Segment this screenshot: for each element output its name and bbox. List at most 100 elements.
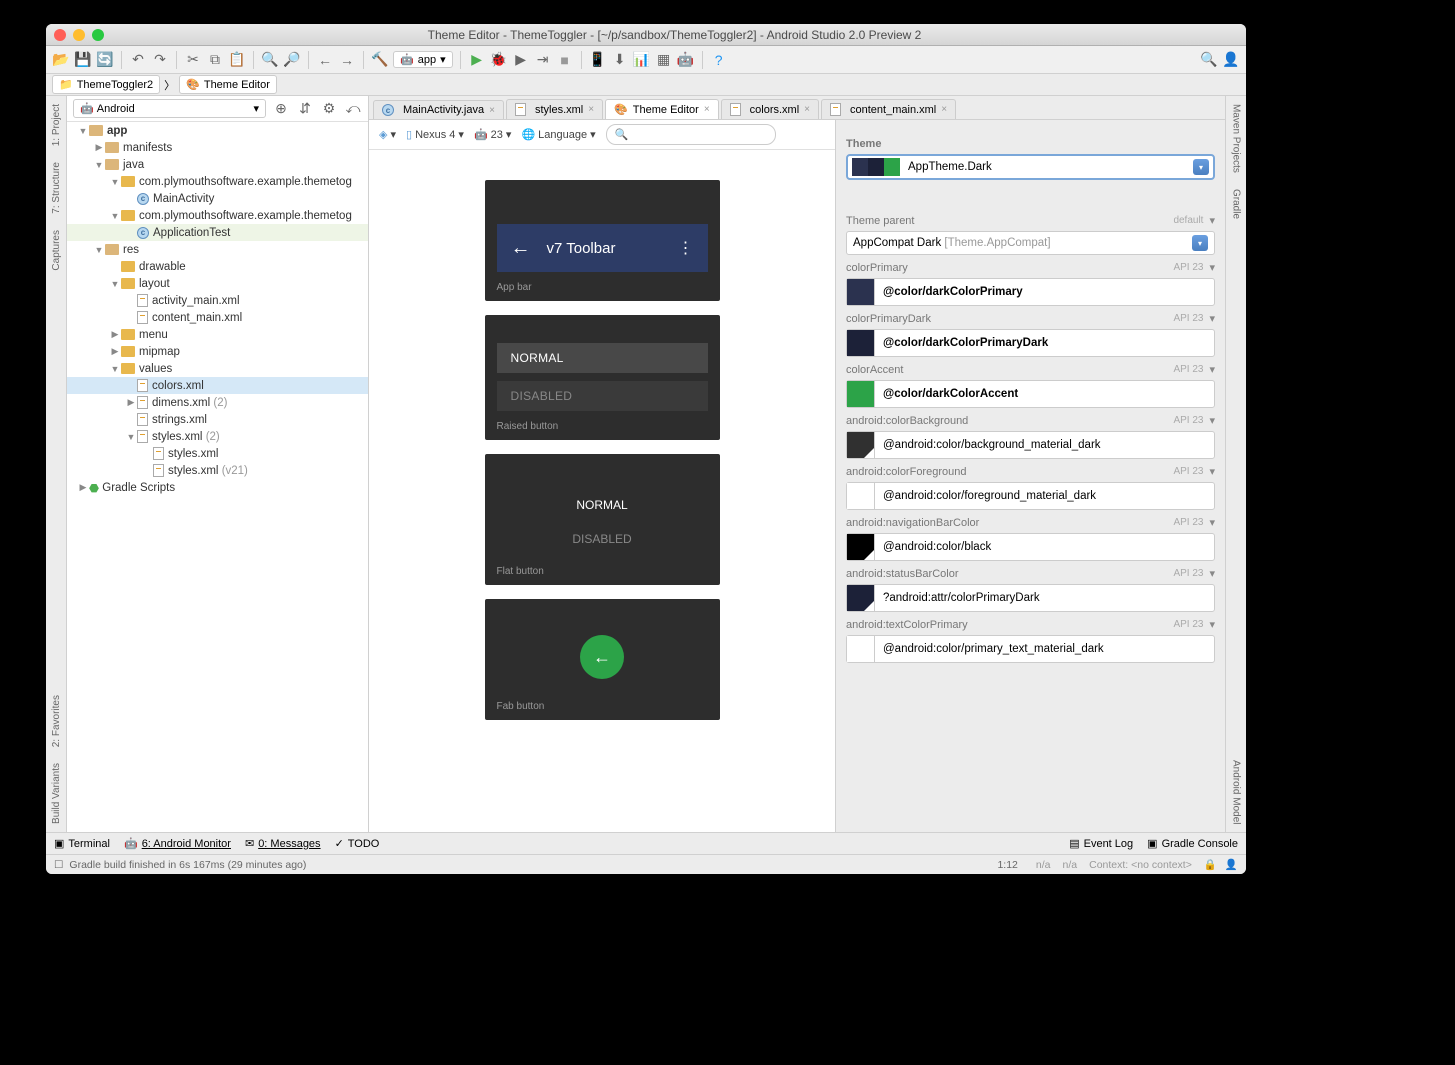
tool-gradle-console[interactable]: ▣ Gradle Console bbox=[1147, 837, 1238, 850]
collapse-icon[interactable]: ⇵ bbox=[296, 100, 314, 118]
close-icon[interactable]: × bbox=[804, 104, 810, 115]
back-icon[interactable]: ← bbox=[316, 51, 334, 69]
cut-icon[interactable]: ✂ bbox=[184, 51, 202, 69]
open-icon[interactable]: 📂 bbox=[52, 51, 70, 69]
settings-icon[interactable]: ⚙ bbox=[320, 100, 338, 118]
device-dropdown[interactable]: ▯Nexus 4▾ bbox=[406, 128, 464, 141]
tab-colors[interactable]: colors.xml× bbox=[721, 99, 819, 119]
debug-icon[interactable]: 🐞 bbox=[490, 51, 508, 69]
theme-dropdown[interactable]: AppTheme.Dark ▾ bbox=[846, 154, 1215, 180]
tree-pkg2[interactable]: ▼com.plymouthsoftware.example.themetog bbox=[67, 207, 368, 224]
user-icon[interactable]: 👤 bbox=[1222, 51, 1240, 69]
close-icon[interactable]: × bbox=[941, 104, 947, 115]
locale-dropdown[interactable]: 🌐Language▾ bbox=[521, 128, 595, 141]
copy-icon[interactable]: ⧉ bbox=[206, 51, 224, 69]
search-icon[interactable]: 🔍 bbox=[1200, 51, 1218, 69]
tool-captures[interactable]: Captures bbox=[51, 222, 62, 279]
color-value-row[interactable]: @color/darkColorPrimary bbox=[846, 278, 1215, 306]
color-value-row[interactable]: @color/darkColorPrimaryDark bbox=[846, 329, 1215, 357]
tree-mipmap[interactable]: ▶mipmap bbox=[67, 343, 368, 360]
tree-gradle[interactable]: ▶⬣ Gradle Scripts bbox=[67, 479, 368, 496]
sdk-dropdown[interactable]: 🤖23▾ bbox=[474, 128, 511, 141]
tool-build-variants[interactable]: Build Variants bbox=[51, 755, 62, 832]
lock-icon[interactable]: 🔒 bbox=[1204, 858, 1217, 871]
color-value-row[interactable]: @android:color/foreground_material_dark bbox=[846, 482, 1215, 510]
avd-icon[interactable]: 📱 bbox=[589, 51, 607, 69]
color-chip[interactable] bbox=[847, 534, 875, 560]
color-chip[interactable] bbox=[847, 585, 875, 611]
save-icon[interactable]: 💾 bbox=[74, 51, 92, 69]
tree-content-main[interactable]: content_main.xml bbox=[67, 309, 368, 326]
color-chip[interactable] bbox=[847, 483, 875, 509]
color-value-row[interactable]: ?android:attr/colorPrimaryDark bbox=[846, 584, 1215, 612]
undo-icon[interactable]: ↶ bbox=[129, 51, 147, 69]
tool-android-monitor[interactable]: 🤖 6: Android Monitor bbox=[124, 837, 231, 850]
parent-dropdown[interactable]: AppCompat Dark [Theme.AppCompat] ▾ bbox=[846, 231, 1215, 255]
tool-messages[interactable]: ✉ 0: Messages bbox=[245, 837, 321, 850]
breadcrumb-project[interactable]: 📁 ThemeToggler2 bbox=[52, 75, 160, 94]
tool-maven[interactable]: Maven Projects bbox=[1231, 96, 1242, 181]
tree-app-test[interactable]: cApplicationTest bbox=[67, 224, 368, 241]
close-icon[interactable]: × bbox=[704, 104, 710, 115]
tab-theme-editor[interactable]: 🎨Theme Editor× bbox=[605, 99, 719, 119]
color-chip[interactable] bbox=[847, 636, 875, 662]
color-value-row[interactable]: @android:color/background_material_dark bbox=[846, 431, 1215, 459]
minimize-icon[interactable] bbox=[73, 29, 85, 41]
trash-icon[interactable]: 👤 bbox=[1225, 858, 1238, 871]
layout-icon[interactable]: ▦ bbox=[655, 51, 673, 69]
tree-res[interactable]: ▼res bbox=[67, 241, 368, 258]
tree-strings[interactable]: strings.xml bbox=[67, 411, 368, 428]
tree-pkg1[interactable]: ▼com.plymouthsoftware.example.themetog bbox=[67, 173, 368, 190]
tree-layout[interactable]: ▼layout bbox=[67, 275, 368, 292]
run-icon[interactable]: ▶ bbox=[468, 51, 486, 69]
find-icon[interactable]: 🔍 bbox=[261, 51, 279, 69]
preview-search[interactable]: 🔍 bbox=[606, 124, 776, 145]
run-config-dropdown[interactable]: 🤖app▾ bbox=[393, 51, 453, 68]
target-icon[interactable]: ⊕ bbox=[272, 100, 290, 118]
tree-menu[interactable]: ▶menu bbox=[67, 326, 368, 343]
tree-values[interactable]: ▼values bbox=[67, 360, 368, 377]
tool-event-log[interactable]: ▤ Event Log bbox=[1069, 837, 1133, 850]
tree-app[interactable]: ▼app bbox=[67, 122, 368, 139]
color-chip[interactable] bbox=[847, 279, 875, 305]
tree-main-activity[interactable]: cMainActivity bbox=[67, 190, 368, 207]
tab-mainactivity[interactable]: cMainActivity.java× bbox=[373, 100, 504, 119]
tab-styles[interactable]: styles.xml× bbox=[506, 99, 603, 119]
sync-icon[interactable]: 🔄 bbox=[96, 51, 114, 69]
attach-icon[interactable]: ⇥ bbox=[534, 51, 552, 69]
tree-styles[interactable]: ▼styles.xml (2) bbox=[67, 428, 368, 445]
tree-activity-main[interactable]: activity_main.xml bbox=[67, 292, 368, 309]
zoom-icon[interactable] bbox=[92, 29, 104, 41]
tool-terminal[interactable]: ▣ Terminal bbox=[54, 837, 110, 850]
project-view-dropdown[interactable]: 🤖 Android▾ bbox=[73, 99, 266, 118]
make-icon[interactable]: 🔨 bbox=[371, 51, 389, 69]
close-icon[interactable]: × bbox=[489, 105, 495, 116]
breadcrumb-tab[interactable]: 🎨 Theme Editor bbox=[179, 75, 277, 94]
sdk-icon[interactable]: ⬇ bbox=[611, 51, 629, 69]
color-chip[interactable] bbox=[847, 330, 875, 356]
close-icon[interactable]: × bbox=[588, 104, 594, 115]
orientation-dropdown[interactable]: ◈▾ bbox=[379, 128, 396, 141]
help-icon[interactable]: ? bbox=[710, 51, 728, 69]
color-value-row[interactable]: @android:color/black bbox=[846, 533, 1215, 561]
redo-icon[interactable]: ↷ bbox=[151, 51, 169, 69]
tab-content-main[interactable]: content_main.xml× bbox=[821, 99, 956, 119]
hide-icon[interactable]: ⤺ bbox=[344, 100, 362, 118]
tool-favorites[interactable]: 2: Favorites bbox=[51, 687, 62, 755]
project-tree[interactable]: ▼app ▶manifests ▼java ▼com.plymouthsoftw… bbox=[67, 122, 368, 832]
tool-android-model[interactable]: Android Model bbox=[1231, 752, 1242, 832]
close-icon[interactable] bbox=[54, 29, 66, 41]
tool-todo[interactable]: ✓ TODO bbox=[335, 837, 380, 850]
tree-styles2[interactable]: styles.xml (v21) bbox=[67, 462, 368, 479]
color-chip[interactable] bbox=[847, 381, 875, 407]
color-chip[interactable] bbox=[847, 432, 875, 458]
color-value-row[interactable]: @color/darkColorAccent bbox=[846, 380, 1215, 408]
replace-icon[interactable]: 🔎 bbox=[283, 51, 301, 69]
tool-structure[interactable]: 7: Structure bbox=[51, 154, 62, 222]
stop-icon[interactable]: ■ bbox=[556, 51, 574, 69]
tree-dimens[interactable]: ▶dimens.xml (2) bbox=[67, 394, 368, 411]
tree-java[interactable]: ▼java bbox=[67, 156, 368, 173]
tree-styles1[interactable]: styles.xml bbox=[67, 445, 368, 462]
tool-gradle[interactable]: Gradle bbox=[1231, 181, 1242, 227]
coverage-icon[interactable]: ▶ bbox=[512, 51, 530, 69]
